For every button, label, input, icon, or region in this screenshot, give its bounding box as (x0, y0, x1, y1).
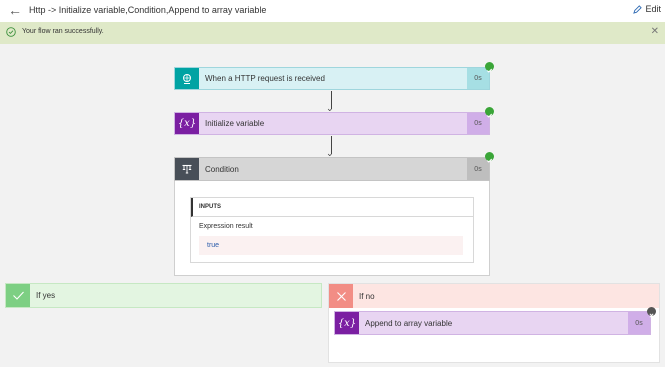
success-badge-icon (485, 62, 494, 73)
step-http-request[interactable]: When a HTTP request is received 0s (174, 67, 490, 90)
pencil-icon (633, 4, 643, 14)
branch-if-yes[interactable]: If yes (5, 283, 322, 308)
step-label: When a HTTP request is received (205, 74, 325, 83)
success-banner: Your flow ran successfully. ✕ (0, 22, 665, 44)
back-arrow-icon[interactable]: ← (8, 3, 22, 17)
check-circle-icon (6, 27, 16, 37)
close-icon[interactable]: ✕ (651, 26, 659, 38)
inputs-panel: INPUTS Expression result true (190, 197, 474, 263)
condition-details: INPUTS Expression result true (174, 181, 490, 276)
arrow-down-icon: ⌄ (326, 103, 334, 113)
http-request-icon (175, 68, 199, 89)
step-append-to-array-variable[interactable]: {x} Append to array variable 0s (334, 311, 651, 335)
variable-icon: {x} (335, 312, 359, 334)
check-icon (6, 284, 30, 307)
banner-message: Your flow ran successfully. (22, 28, 104, 35)
inputs-header: INPUTS (191, 198, 473, 217)
skipped-badge-icon (647, 307, 656, 318)
step-label: Initialize variable (205, 119, 265, 128)
condition-icon (175, 158, 199, 180)
top-bar: ← Http -> Initialize variable,Condition,… (0, 0, 665, 23)
arrow-down-icon: ⌄ (326, 148, 334, 158)
expression-value: true (199, 236, 463, 255)
success-badge-icon (485, 107, 494, 118)
x-icon (329, 284, 353, 308)
edit-button[interactable]: Edit (633, 4, 661, 14)
step-label: Condition (205, 164, 239, 174)
edit-label: Edit (645, 4, 661, 14)
success-badge-icon (485, 152, 494, 163)
branch-label: If no (359, 291, 375, 301)
step-label: Append to array variable (365, 318, 453, 328)
step-initialize-variable[interactable]: {x} Initialize variable 0s (174, 112, 490, 135)
flow-title: Http -> Initialize variable,Condition,Ap… (29, 5, 267, 15)
branch-if-no[interactable]: If no (329, 284, 659, 308)
branch-label: If yes (36, 291, 56, 300)
expression-label: Expression result (199, 223, 253, 230)
step-condition[interactable]: Condition 0s (174, 157, 490, 181)
variable-icon: {x} (175, 113, 199, 134)
